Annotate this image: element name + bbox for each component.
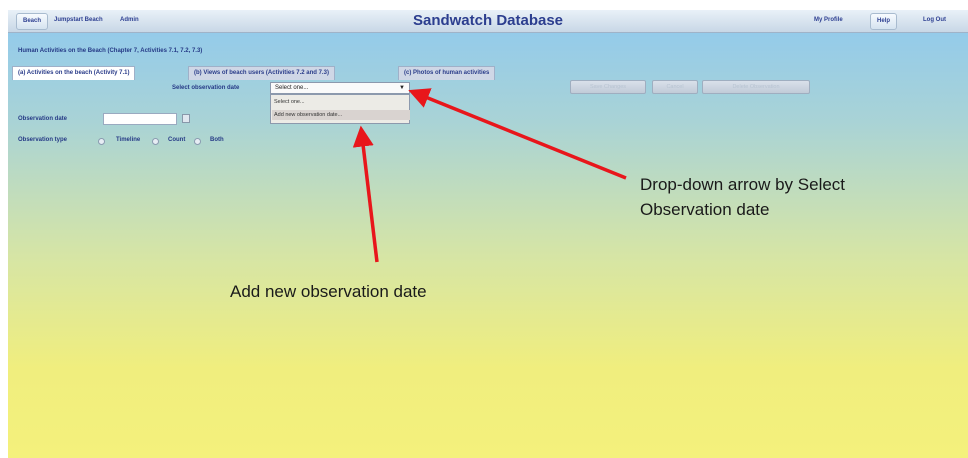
arrow-to-dropdown-icon [408,88,627,180]
annotation-arrows [352,88,627,263]
arrow-to-add-new-option [352,125,379,263]
callout-dropdown-arrow-line1: Drop-down arrow by Select [640,175,846,194]
callout-dropdown-arrow-line2: Observation date [640,200,770,219]
callout-add-new-date: Add new observation date [230,282,427,301]
